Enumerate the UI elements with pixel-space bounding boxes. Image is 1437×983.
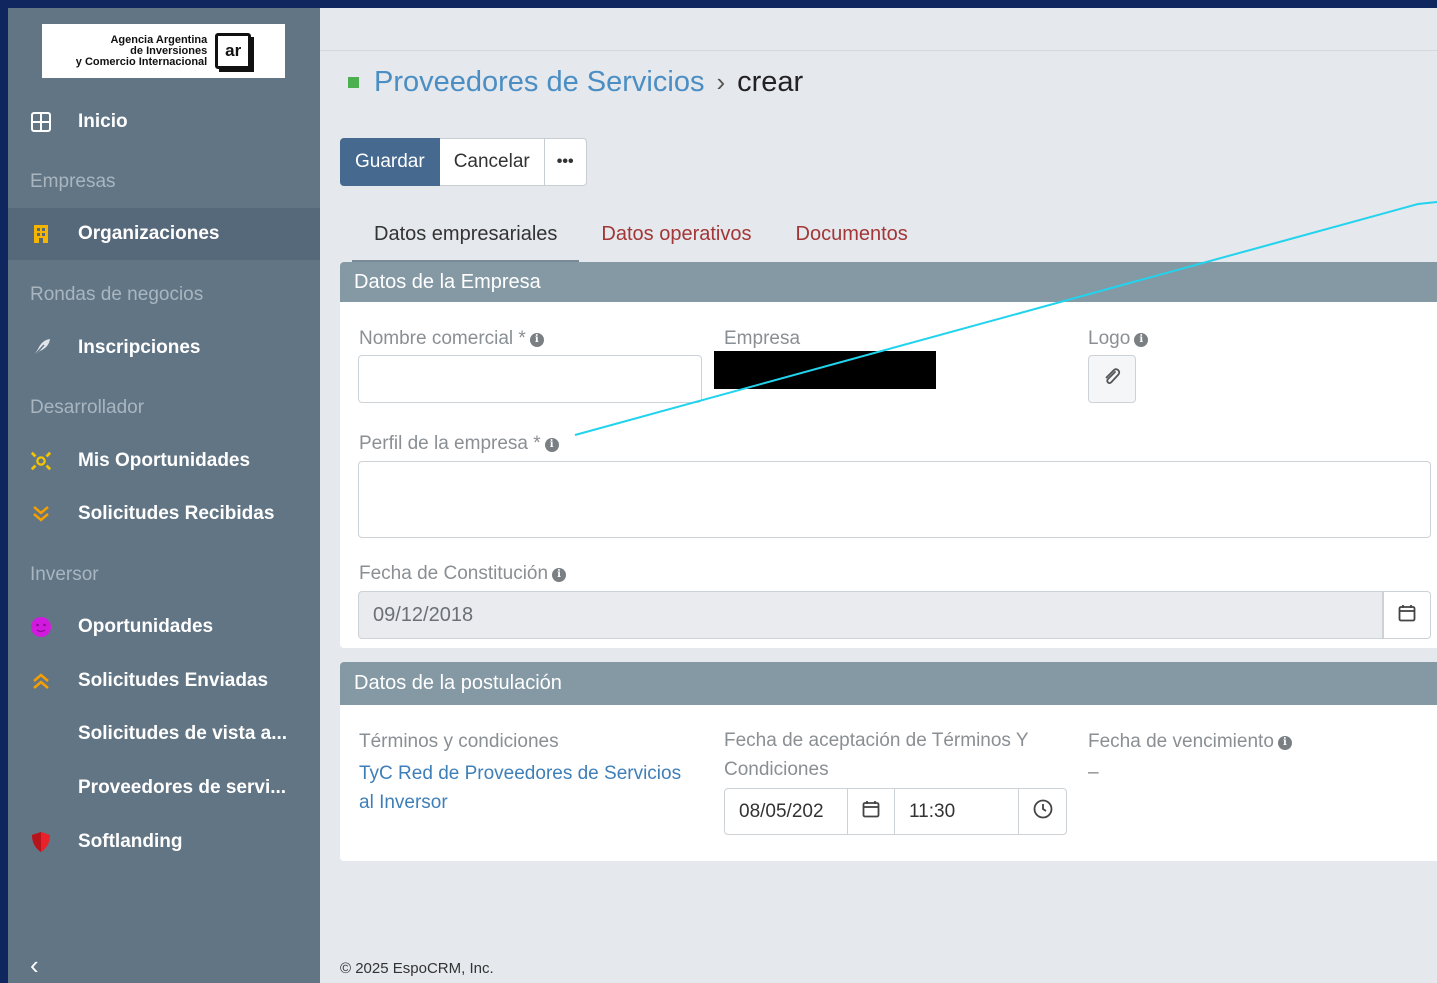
page-title: crear (737, 66, 804, 98)
double-chevron-up-icon (30, 670, 52, 692)
time-button[interactable] (1018, 788, 1067, 835)
tab-documentos[interactable]: Documentos (774, 218, 930, 263)
sidebar-item-label: Solicitudes de vista a... (78, 723, 288, 744)
double-chevron-down-icon (30, 503, 52, 525)
vencimiento-value: – (1088, 762, 1099, 783)
sidebar: Agencia Argentina de Inversiones y Comer… (8, 8, 320, 983)
sidebar-item-label: Inscripciones (78, 337, 201, 358)
sidebar-item-label: Oportunidades (78, 616, 214, 637)
building-icon (30, 223, 52, 245)
breadcrumb-link[interactable]: Proveedores de Servicios (374, 66, 704, 99)
sidebar-item-softlanding[interactable]: Softlanding (8, 816, 320, 868)
page-header: Proveedores de Servicios › crear (348, 66, 803, 99)
sidebar-item-inscripciones[interactable]: Inscripciones (8, 322, 320, 374)
field-label-fecha-constitucion: Fecha de Constitución i (359, 563, 567, 585)
panel-datos-postulacion: Datos de la postulación Términos y condi… (340, 662, 1437, 861)
info-icon[interactable]: i (544, 438, 559, 452)
sidebar-item-label: Mis Oportunidades (78, 450, 251, 471)
sidebar-item-solicitudes-recibidas[interactable]: Solicitudes Recibidas (8, 488, 320, 540)
sidebar-group-rondas: Rondas de negocios (30, 284, 204, 305)
sidebar-item-label: Proveedores de servi... (78, 777, 287, 798)
attach-logo-button[interactable] (1088, 355, 1136, 403)
app-frame: Agencia Argentina de Inversiones y Comer… (8, 8, 1437, 983)
field-label-nombre: Nombre comercial * i (359, 328, 544, 350)
sidebar-item-solicitudes-vista[interactable]: Solicitudes de vista a... (8, 708, 320, 760)
tab-bar: Datos empresariales Datos operativos Doc… (352, 218, 930, 263)
logo-text: Agencia Argentina de Inversiones y Comer… (75, 33, 208, 68)
paperclip-icon (1102, 367, 1122, 392)
field-label-logo: Logo i (1088, 328, 1149, 350)
sidebar-item-proveedores[interactable]: Proveedores de servi... (8, 762, 320, 814)
smiley-icon (30, 616, 52, 638)
sidebar-item-label: Organizaciones (78, 223, 220, 244)
info-icon[interactable]: i (1134, 333, 1149, 347)
agency-logo[interactable]: Agencia Argentina de Inversiones y Comer… (42, 24, 285, 78)
calendar-button[interactable] (1383, 591, 1431, 639)
nombre-comercial-input[interactable] (358, 355, 702, 403)
action-toolbar: Guardar Cancelar ••• (340, 138, 587, 186)
sidebar-item-solicitudes-enviadas[interactable]: Solicitudes Enviadas (8, 655, 320, 707)
sidebar-item-organizaciones[interactable]: Organizaciones (8, 208, 320, 260)
field-label-aceptacion: Fecha de aceptación de Términos Y Condic… (724, 730, 1029, 780)
sidebar-item-inicio[interactable]: Inicio (8, 96, 320, 148)
field-label-vencimiento: Fecha de vencimiento i (1088, 731, 1292, 753)
sidebar-collapse-button[interactable]: ‹ (30, 950, 39, 981)
field-label-terminos: Términos y condiciones (359, 731, 559, 752)
cancel-button[interactable]: Cancelar (439, 138, 545, 186)
footer-copyright: © 2025 EspoCRM, Inc. (340, 960, 494, 977)
sidebar-item-label: Softlanding (78, 831, 183, 852)
sidebar-item-label: Inicio (78, 111, 128, 132)
sidebar-item-label: Solicitudes Enviadas (78, 670, 269, 691)
sidebar-item-mis-oportunidades[interactable]: Mis Oportunidades (8, 435, 320, 487)
breadcrumb-separator: › (716, 67, 726, 97)
sidebar-group-desarrollador: Desarrollador (30, 397, 145, 418)
terminos-link[interactable]: TyC Red de Proveedores de Servicios al I… (359, 759, 681, 817)
panel-datos-empresa: Datos de la Empresa Nombre comercial * i … (340, 262, 1437, 648)
redacted-empresa-value (714, 351, 936, 389)
field-label-perfil: Perfil de la empresa * i (359, 433, 559, 455)
info-icon[interactable]: i (1277, 736, 1292, 750)
field-label-empresa: Empresa (724, 328, 801, 349)
shield-icon (30, 831, 52, 853)
sidebar-group-empresas: Empresas (30, 171, 116, 192)
aceptacion-date-input[interactable]: 08/05/202 (724, 788, 848, 835)
top-divider (320, 50, 1437, 51)
sidebar-group-inversor: Inversor (30, 564, 99, 585)
sparkle-icon (30, 450, 52, 472)
more-actions-button[interactable]: ••• (544, 138, 587, 186)
sidebar-item-label: Solicitudes Recibidas (78, 503, 275, 524)
aceptacion-time-input[interactable]: 11:30 (894, 788, 1019, 835)
tab-datos-operativos[interactable]: Datos operativos (579, 218, 773, 263)
calendar-icon (1398, 604, 1416, 627)
info-icon[interactable]: i (552, 568, 567, 582)
main-content: Proveedores de Servicios › crear Guardar… (320, 8, 1437, 983)
panel-title: Datos de la Empresa (340, 262, 1437, 302)
perfil-empresa-textarea[interactable] (358, 461, 1431, 538)
panel-title: Datos de la postulación (340, 662, 1437, 705)
status-dot-icon (348, 77, 359, 88)
feather-icon (30, 337, 52, 359)
clock-icon (1033, 799, 1053, 824)
fecha-constitucion-input[interactable]: 09/12/2018 (358, 591, 1383, 639)
calendar-icon (862, 800, 880, 823)
save-button[interactable]: Guardar (340, 138, 440, 186)
grid-icon (30, 111, 52, 133)
calendar-button[interactable] (847, 788, 895, 835)
info-icon[interactable]: i (529, 333, 544, 347)
tab-datos-empresariales[interactable]: Datos empresariales (352, 218, 580, 263)
logo-mark: ar (215, 33, 255, 72)
sidebar-item-oportunidades[interactable]: Oportunidades (8, 601, 320, 653)
